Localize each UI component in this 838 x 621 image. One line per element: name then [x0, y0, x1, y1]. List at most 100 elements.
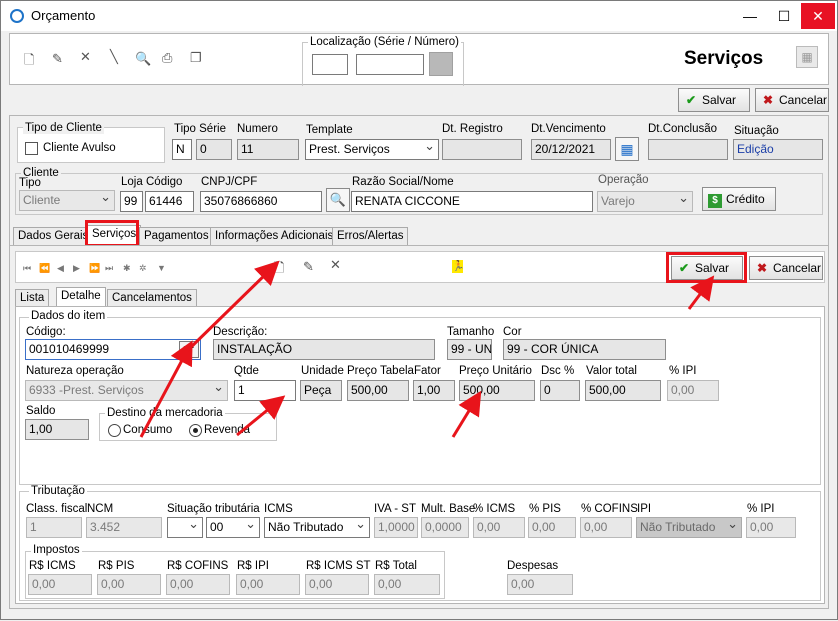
subtab-detalhe[interactable]: Detalhe — [56, 287, 106, 307]
x-icon: ✖ — [756, 261, 768, 275]
mult-base-label: Mult. Base — [421, 503, 476, 515]
numero-label: Numero — [237, 123, 278, 135]
tamanho-input[interactable]: 99 - UNI — [447, 339, 492, 360]
dt-vencimento-input[interactable]: 20/12/2021 — [531, 139, 611, 160]
rs-icms-st-input[interactable]: 0,00 — [305, 574, 369, 595]
pct-ipi-input[interactable]: 0,00 — [746, 517, 796, 538]
dt-registro-input[interactable] — [442, 139, 522, 160]
dt-conclusao-input[interactable] — [648, 139, 728, 160]
app-icon — [10, 9, 24, 23]
last-icon[interactable]: ⏭ — [105, 263, 113, 274]
numero-search-input[interactable] — [356, 54, 424, 75]
preco-unitario-input[interactable]: 500,00 — [459, 380, 535, 401]
numero-input[interactable]: 11 — [237, 139, 299, 160]
tab-dados-gerais[interactable]: Dados Gerais — [13, 227, 94, 245]
search-icon[interactable]: 🔍 — [326, 188, 350, 212]
exit-icon[interactable]: 🏃 — [452, 260, 464, 273]
natureza-label: Natureza operação — [26, 365, 124, 377]
ncm-input[interactable]: 3.452 — [86, 517, 162, 538]
copy-icon[interactable]: ❐ — [190, 50, 202, 66]
new-document-icon[interactable]: 🗋 — [24, 51, 34, 73]
insert-icon[interactable]: ✱ — [123, 263, 131, 274]
edit-icon[interactable]: ✎ — [52, 51, 63, 67]
cor-input[interactable]: 99 - COR ÚNICA — [503, 339, 666, 360]
prev-icon[interactable]: ◀ — [57, 263, 64, 274]
despesas-input[interactable]: 0,00 — [507, 574, 573, 595]
saldo-input[interactable]: 1,00 — [25, 419, 89, 440]
search-document-icon[interactable]: 🔍 — [135, 51, 151, 67]
subtab-lista[interactable]: Lista — [15, 289, 50, 307]
tab-informacoes-adicionais[interactable]: Informações Adicionais — [210, 227, 339, 245]
tamanho-label: Tamanho — [447, 326, 495, 338]
minimize-button[interactable]: — — [733, 3, 767, 29]
sit-trib-select-2[interactable]: 00 — [206, 517, 260, 538]
rs-cofins-input[interactable]: 0,00 — [166, 574, 230, 595]
tab-erros-alertas[interactable]: Erros/Alertas — [332, 227, 409, 245]
refresh-icon[interactable]: ✲ — [139, 263, 147, 274]
iva-input[interactable]: 1,0000 — [374, 517, 418, 538]
pct-icms-input[interactable]: 0,00 — [473, 517, 525, 538]
header-save-button[interactable]: ✔ Salvar — [678, 88, 750, 112]
filter-icon[interactable]: ▼ — [157, 263, 166, 273]
item-cancel-button[interactable]: ✖ Cancelar — [749, 256, 823, 280]
window-title: Orçamento — [31, 8, 96, 23]
rs-ipi-input[interactable]: 0,00 — [236, 574, 300, 595]
fator-input[interactable]: 1,00 — [413, 380, 455, 401]
icms-select[interactable]: Não Tributado — [264, 517, 370, 538]
codigo-item-input[interactable]: 001010469999 — [25, 339, 201, 360]
delete-icon[interactable]: ✕ — [80, 49, 91, 65]
page-title: Serviços — [684, 48, 764, 69]
qtde-input[interactable]: 1 — [234, 380, 296, 401]
calendar-icon[interactable]: ▦ — [615, 137, 639, 161]
ipi-select[interactable]: Não Tributado — [636, 517, 742, 538]
close-button[interactable]: ✕ — [801, 3, 835, 29]
calculator-icon[interactable]: ▦ — [796, 46, 818, 68]
pct-pis-input[interactable]: 0,00 — [528, 517, 576, 538]
first-icon[interactable]: ⏮ — [23, 263, 31, 274]
print-icon[interactable]: ⎙ — [162, 50, 172, 66]
descricao-input[interactable]: INSTALAÇÃO — [213, 339, 435, 360]
rs-total-input[interactable]: 0,00 — [374, 574, 440, 595]
delete-item-icon[interactable]: ✕ — [330, 257, 341, 273]
ipi-item-input[interactable]: 0,00 — [667, 380, 719, 401]
loja-input[interactable]: 99 — [120, 191, 143, 212]
operacao-select[interactable]: Varejo — [597, 191, 693, 212]
header-cancel-button[interactable]: ✖ Cancelar — [755, 88, 829, 112]
codigo-cliente-input[interactable]: 61446 — [145, 191, 194, 212]
rs-icms-input[interactable]: 0,00 — [28, 574, 92, 595]
next-page-icon[interactable]: ⏩ — [89, 263, 100, 274]
serie-search-input[interactable] — [312, 54, 348, 75]
pen-icon[interactable]: ╲ — [110, 49, 118, 65]
pct-cofins-input[interactable]: 0,00 — [580, 517, 632, 538]
more-icon[interactable]: ··· — [179, 341, 199, 358]
tipo-cliente-select[interactable]: Cliente — [19, 190, 115, 211]
sit-trib-select-1[interactable] — [167, 517, 203, 538]
revenda-radio[interactable] — [189, 424, 202, 437]
template-select[interactable]: Prest. Serviços — [305, 139, 439, 160]
class-fiscal-input[interactable]: 1 — [26, 517, 82, 538]
serie-input[interactable]: 0 — [196, 139, 232, 160]
unidade-input[interactable]: Peça — [300, 380, 342, 401]
credito-button[interactable]: $ Crédito — [702, 187, 776, 211]
preco-tabela-input[interactable]: 500,00 — [347, 380, 409, 401]
tab-pagamentos[interactable]: Pagamentos — [139, 227, 214, 245]
rs-pis-input[interactable]: 0,00 — [97, 574, 161, 595]
natureza-select[interactable]: 6933 -Prest. Serviços — [25, 380, 228, 401]
subtab-cancelamentos[interactable]: Cancelamentos — [107, 289, 197, 307]
pct-cofins-label: % COFINS — [581, 503, 638, 515]
razao-social-input[interactable]: RENATA CICCONE — [351, 191, 593, 212]
valor-total-input[interactable]: 500,00 — [585, 380, 661, 401]
maximize-button[interactable]: ☐ — [767, 3, 801, 29]
localizar-button[interactable] — [429, 52, 453, 76]
next-icon[interactable]: ▶ — [73, 263, 80, 274]
prev-page-icon[interactable]: ⏪ — [39, 263, 50, 274]
consumo-radio[interactable] — [108, 424, 121, 437]
mult-base-input[interactable]: 0,0000 — [421, 517, 469, 538]
tipo-serie-input[interactable]: N — [172, 139, 192, 160]
new-item-icon[interactable]: 🗋 — [274, 259, 284, 281]
dsc-input[interactable]: 0 — [540, 380, 580, 401]
icms-label: ICMS — [264, 503, 293, 515]
cliente-avulso-checkbox[interactable] — [25, 142, 38, 155]
edit-item-icon[interactable]: ✎ — [303, 259, 314, 275]
cnpj-input[interactable]: 35076866860 — [200, 191, 322, 212]
